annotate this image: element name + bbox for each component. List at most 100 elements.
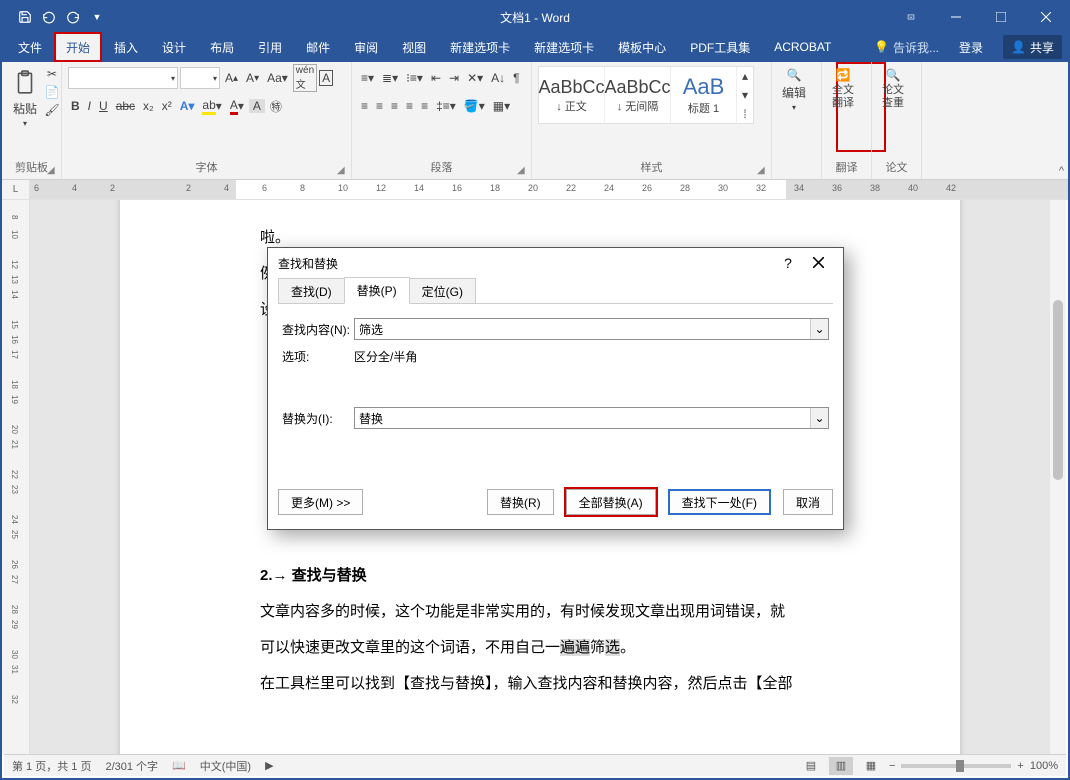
zoom-thumb[interactable] <box>956 760 964 772</box>
ruler-horizontal[interactable]: L 64224681012141618202224262830323436384… <box>2 180 1068 200</box>
redo-icon[interactable] <box>62 6 84 28</box>
style-nospacing[interactable]: AaBbCc↓ 无间隔 <box>605 67 671 123</box>
zoom-slider[interactable] <box>901 764 1011 768</box>
asian-layout-icon[interactable]: ✕▾ <box>464 69 486 87</box>
underline-button[interactable]: U <box>96 97 111 115</box>
borders-icon[interactable]: ▦▾ <box>490 97 513 115</box>
minimize-icon[interactable] <box>933 2 978 32</box>
numbering-icon[interactable]: ≣▾ <box>379 69 401 87</box>
change-case-icon[interactable]: Aa▾ <box>264 69 291 87</box>
paste-button[interactable]: 粘贴 ▾ <box>8 66 42 130</box>
tab-mailings[interactable]: 邮件 <box>294 32 342 62</box>
view-web-icon[interactable]: ▦ <box>859 757 883 775</box>
tab-pdf[interactable]: PDF工具集 <box>678 32 762 62</box>
scrollbar-thumb[interactable] <box>1053 300 1063 480</box>
status-page[interactable]: 第 1 页，共 1 页 <box>12 758 91 774</box>
grow-font-icon[interactable]: A▴ <box>222 69 241 87</box>
superscript-button[interactable]: x² <box>159 97 175 115</box>
spellcheck-icon[interactable]: 📖 <box>172 759 186 772</box>
dialog-close-icon[interactable] <box>803 255 833 271</box>
dialog-help-icon[interactable]: ? <box>773 255 803 271</box>
clipboard-launcher-icon[interactable]: ◢ <box>47 165 59 177</box>
editing-button[interactable]: 🔍 编辑 ▾ <box>778 66 810 114</box>
highlight-color-icon[interactable]: ab▾ <box>199 96 224 117</box>
increase-indent-icon[interactable]: ⇥ <box>446 69 462 87</box>
ribbon-options-icon[interactable] <box>888 2 933 32</box>
align-left-icon[interactable]: ≡ <box>358 97 371 115</box>
bold-button[interactable]: B <box>68 97 83 115</box>
vertical-scrollbar[interactable] <box>1050 200 1066 754</box>
maximize-icon[interactable] <box>978 2 1023 32</box>
shading-icon[interactable]: 🪣▾ <box>461 97 488 115</box>
replace-button[interactable]: 替换(R) <box>487 489 554 515</box>
font-name-dropdown[interactable]: ▾ <box>68 67 178 89</box>
bullets-icon[interactable]: ≡▾ <box>358 69 377 87</box>
sort-icon[interactable]: A↓ <box>488 69 508 87</box>
tab-acrobat[interactable]: ACROBAT <box>762 32 843 62</box>
styles-more-icon[interactable]: ▴▾⁞ <box>737 67 753 123</box>
format-painter-icon[interactable]: 🖌 <box>44 102 60 118</box>
font-launcher-icon[interactable]: ◢ <box>337 165 349 177</box>
replace-with-input[interactable]: 替换 ⌄ <box>354 407 829 429</box>
tab-template[interactable]: 模板中心 <box>606 32 678 62</box>
cancel-button[interactable]: 取消 <box>783 489 833 515</box>
styles-gallery[interactable]: AaBbCc↓ 正文 AaBbCc↓ 无间隔 AaB标题 1 ▴▾⁞ <box>538 66 754 124</box>
align-center-icon[interactable]: ≡ <box>373 97 386 115</box>
tab-home[interactable]: 开始 <box>54 32 102 62</box>
show-marks-icon[interactable]: ¶ <box>510 69 522 87</box>
tab-goto[interactable]: 定位(G) <box>409 278 476 304</box>
share-button[interactable]: 👤 共享 <box>1003 35 1062 59</box>
status-language[interactable]: 中文(中国) <box>200 758 251 774</box>
status-wordcount[interactable]: 2/301 个字 <box>105 758 158 774</box>
decrease-indent-icon[interactable]: ⇤ <box>428 69 444 87</box>
chevron-down-icon[interactable]: ⌄ <box>810 319 828 339</box>
tab-newtab2[interactable]: 新建选项卡 <box>522 32 606 62</box>
view-read-icon[interactable]: ▤ <box>799 757 823 775</box>
full-translate-button[interactable]: 🔁 全文 翻译 <box>828 66 858 112</box>
find-next-button[interactable]: 查找下一处(F) <box>668 489 771 515</box>
line-spacing-icon[interactable]: ‡≡▾ <box>433 97 459 115</box>
cut-icon[interactable]: ✂ <box>44 66 60 82</box>
phonetic-guide-icon[interactable]: wén文 <box>293 64 317 92</box>
char-shading-icon[interactable]: A <box>249 99 265 113</box>
tab-newtab1[interactable]: 新建选项卡 <box>438 32 522 62</box>
undo-icon[interactable] <box>38 6 60 28</box>
chevron-down-icon[interactable]: ⌄ <box>810 408 828 428</box>
shrink-font-icon[interactable]: A▾ <box>243 69 262 87</box>
copy-icon[interactable]: 📄 <box>44 84 60 100</box>
char-border-icon[interactable]: A <box>319 70 333 86</box>
tab-view[interactable]: 视图 <box>390 32 438 62</box>
align-right-icon[interactable]: ≡ <box>388 97 401 115</box>
style-heading1[interactable]: AaB标题 1 <box>671 67 737 123</box>
font-color-icon[interactable]: A▾ <box>227 96 247 117</box>
tab-insert[interactable]: 插入 <box>102 32 150 62</box>
dup-check-button[interactable]: 🔍 论文 查重 <box>878 66 908 112</box>
more-button[interactable]: 更多(M) >> <box>278 489 363 515</box>
tab-replace[interactable]: 替换(P) <box>344 277 410 304</box>
ruler-vertical[interactable]: 8101213141516171819202122232425262728293… <box>2 200 30 754</box>
distribute-icon[interactable]: ≡ <box>418 97 431 115</box>
tab-design[interactable]: 设计 <box>150 32 198 62</box>
zoom-out-icon[interactable]: − <box>889 760 895 772</box>
styles-launcher-icon[interactable]: ◢ <box>757 165 769 177</box>
find-what-input[interactable]: 筛选 ⌄ <box>354 318 829 340</box>
multilevel-icon[interactable]: ⁝≡▾ <box>403 69 426 87</box>
strike-button[interactable]: abc <box>113 97 138 115</box>
tell-me[interactable]: 💡 告诉我... <box>874 39 939 56</box>
text-effects-icon[interactable]: A▾ <box>177 97 198 115</box>
signin-button[interactable]: 登录 <box>947 39 995 56</box>
qat-dropdown-icon[interactable]: ▼ <box>86 6 108 28</box>
zoom-in-icon[interactable]: + <box>1017 760 1023 772</box>
tab-file[interactable]: 文件 <box>6 32 54 62</box>
font-size-dropdown[interactable]: ▾ <box>180 67 220 89</box>
replace-all-button[interactable]: 全部替换(A) <box>566 489 656 515</box>
close-icon[interactable] <box>1023 2 1068 32</box>
tab-layout[interactable]: 布局 <box>198 32 246 62</box>
tab-references[interactable]: 引用 <box>246 32 294 62</box>
tab-review[interactable]: 审阅 <box>342 32 390 62</box>
save-icon[interactable] <box>14 6 36 28</box>
enclosed-char-icon[interactable]: ㊕ <box>267 96 285 117</box>
italic-button[interactable]: I <box>85 97 94 115</box>
tab-find[interactable]: 查找(D) <box>278 278 345 304</box>
subscript-button[interactable]: x₂ <box>140 97 157 115</box>
